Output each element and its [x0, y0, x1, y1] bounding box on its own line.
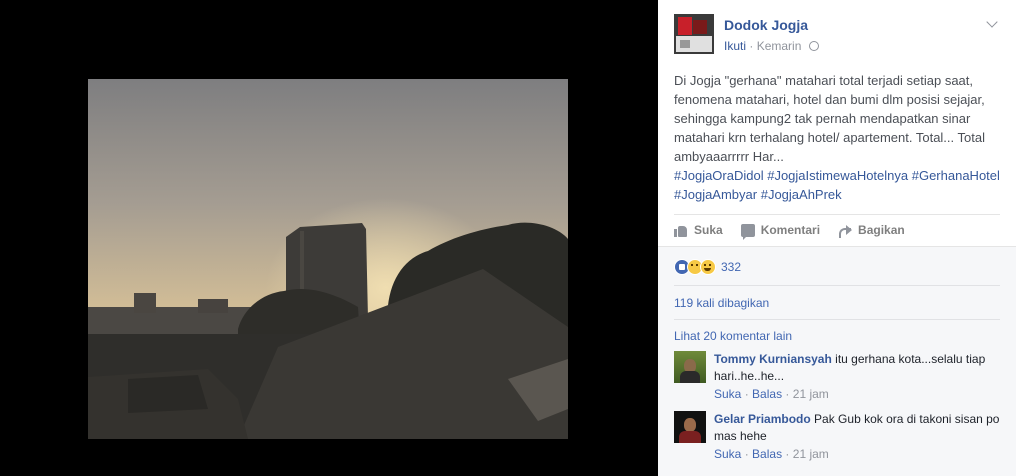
share-label: Bagikan — [858, 223, 905, 237]
reaction-count[interactable]: 332 — [721, 260, 741, 274]
comment-actions: Suka · Balas · 21 jam — [714, 447, 829, 461]
post-photo[interactable] — [88, 79, 568, 439]
post-panel: Dodok Jogja Ikuti · Kemarin Di Jogja "ge… — [658, 0, 1016, 476]
like-button[interactable]: Suka — [674, 223, 723, 237]
globe-icon — [808, 41, 819, 51]
comment-reply-link[interactable]: Balas — [752, 447, 782, 461]
share-button[interactable]: Bagikan — [838, 223, 905, 238]
divider — [674, 285, 1000, 286]
post-hashtags[interactable]: #JogjaOraDidol #JogjaIstimewaHotelnya #G… — [674, 166, 1000, 204]
comment-time[interactable]: 21 jam — [793, 387, 829, 401]
commenter-name[interactable]: Tommy Kurniansyah — [714, 352, 832, 366]
commenter-name[interactable]: Gelar Priambodo — [714, 412, 811, 426]
post-meta: Ikuti · Kemarin — [724, 39, 819, 53]
comment-label: Komentari — [760, 223, 821, 237]
haha-icon — [700, 259, 716, 275]
feedback-area: 332 119 kali dibagikan Lihat 20 komentar… — [658, 246, 1016, 476]
post-actions: Suka Komentari Bagikan — [674, 219, 905, 241]
avatar[interactable] — [674, 351, 706, 383]
share-count-link[interactable]: 119 kali dibagikan — [674, 296, 769, 310]
reactions-summary[interactable]: 332 — [674, 259, 741, 275]
comment-button[interactable]: Komentari — [740, 223, 821, 240]
comment-reply-link[interactable]: Balas — [752, 387, 782, 401]
comment-like-link[interactable]: Suka — [714, 447, 741, 461]
post-header: Dodok Jogja Ikuti · Kemarin — [674, 14, 1004, 58]
divider — [674, 214, 1000, 215]
share-icon — [838, 224, 853, 238]
comment-actions: Suka · Balas · 21 jam — [714, 387, 829, 401]
comment-like-link[interactable]: Suka — [714, 387, 741, 401]
comment-body: Tommy Kurniansyah itu gerhana kota...sel… — [714, 351, 1000, 385]
post-body: Di Jogja "gerhana" matahari total terjad… — [674, 73, 985, 164]
view-more-comments-link[interactable]: Lihat 20 komentar lain — [674, 329, 792, 343]
page-name-link[interactable]: Dodok Jogja — [724, 17, 808, 33]
post-text: Di Jogja "gerhana" matahari total terjad… — [674, 71, 1000, 204]
meta-separator: · — [749, 39, 754, 53]
chevron-down-icon[interactable] — [986, 18, 998, 30]
thumbs-up-icon — [674, 224, 688, 237]
page-avatar[interactable] — [674, 14, 714, 54]
post-time[interactable]: Kemarin — [757, 39, 802, 53]
avatar[interactable] — [674, 411, 706, 443]
comment-body: Gelar Priambodo Pak Gub kok ora di takon… — [714, 411, 1000, 445]
comment-icon — [740, 223, 755, 240]
like-label: Suka — [694, 223, 723, 237]
divider — [674, 319, 1000, 320]
sunset-photo-image — [88, 79, 568, 439]
comment-time[interactable]: 21 jam — [793, 447, 829, 461]
photo-stage — [0, 0, 658, 476]
follow-link[interactable]: Ikuti — [724, 39, 746, 53]
